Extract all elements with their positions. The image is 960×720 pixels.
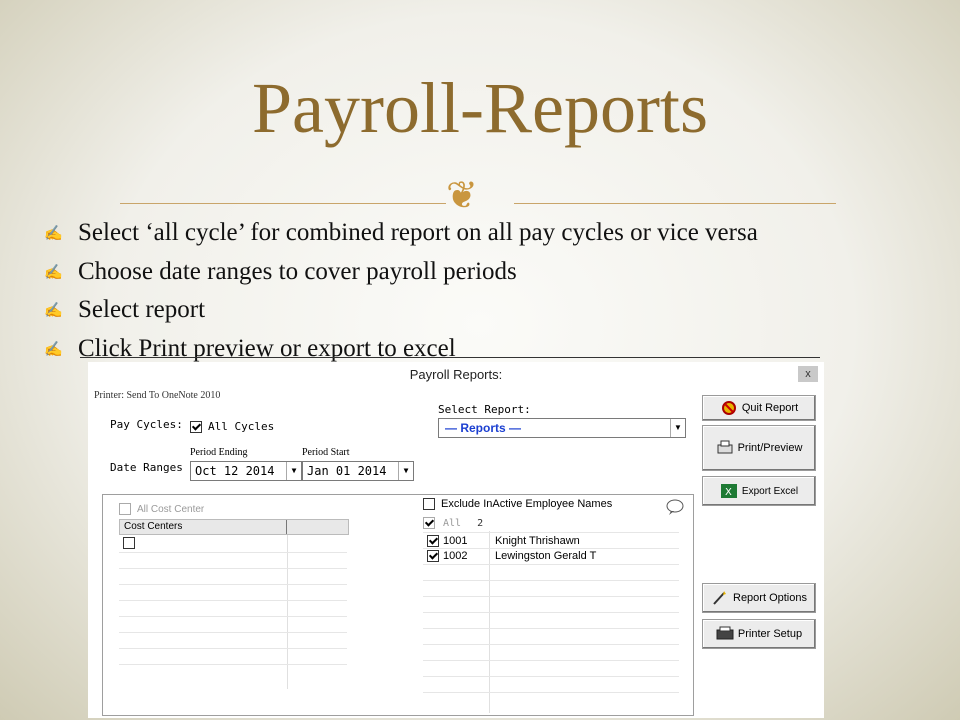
bullet-text: Click Print preview or export to excel — [78, 334, 456, 362]
employee-grid: All 2 1001 Knight Thrishawn 1002 Lewings… — [423, 517, 679, 713]
bullet-item: ✍ Choose date ranges to cover payroll per… — [44, 253, 758, 292]
report-value: — Reports — — [445, 421, 522, 435]
period-start-select[interactable]: Jan 01 2014 ▼ — [302, 461, 414, 481]
bullet-item: ✍ Select report — [44, 291, 758, 330]
dialog-titlebar[interactable]: Payroll Reports: x — [88, 362, 824, 388]
close-button[interactable]: x — [798, 366, 818, 382]
employee-check[interactable] — [427, 550, 439, 562]
all-cycles-check[interactable] — [190, 420, 202, 433]
ornament-icon: ❦ — [446, 173, 478, 217]
exclude-inactive-check[interactable] — [423, 498, 435, 510]
payroll-reports-dialog: Payroll Reports: x Printer: Send To OneN… — [88, 362, 824, 718]
all-cycles-label: All Cycles — [208, 420, 275, 433]
quit-report-button[interactable]: Quit Report — [702, 395, 816, 421]
printer-icon — [716, 440, 734, 456]
exclude-inactive-checkbox[interactable]: Exclude InActive Employee Names — [423, 498, 612, 510]
all-employees-label: All — [443, 517, 462, 529]
employee-row[interactable]: 1001 Knight Thrishawn — [423, 533, 679, 549]
exclude-inactive-label: Exclude InActive Employee Names — [441, 498, 613, 510]
all-cost-center-label: All Cost Center — [137, 503, 205, 515]
bullet-text: Select report — [78, 296, 206, 324]
export-excel-button[interactable]: X Export Excel — [702, 476, 816, 506]
slide-title: Payroll-Reports — [252, 68, 708, 148]
employee-name: Lewingston Gerald T — [495, 550, 597, 562]
cost-center-row-check[interactable] — [123, 537, 135, 550]
period-ending-value: Oct 12 2014 — [195, 464, 275, 478]
bullet-item: ✍ Select ‘all cycle’ for combined report … — [44, 214, 758, 253]
bullet-icon: ✍ — [44, 262, 63, 281]
chevron-down-icon[interactable]: ▼ — [286, 462, 301, 480]
bullet-icon: ✍ — [44, 301, 63, 320]
period-ending-select[interactable]: Oct 12 2014 ▼ — [190, 461, 302, 481]
report-select[interactable]: — Reports — ▼ — [438, 418, 686, 438]
print-preview-label: Print/Preview — [737, 442, 803, 454]
speech-bubble-icon[interactable] — [665, 498, 685, 519]
employee-id: 1001 — [443, 535, 468, 547]
all-cost-center-checkbox[interactable]: All Cost Center — [119, 503, 204, 515]
bullet-text: Choose date ranges to cover payroll peri… — [78, 257, 517, 285]
employee-row[interactable]: 1002 Lewingston Gerald T — [423, 548, 679, 564]
report-options-label: Report Options — [733, 592, 807, 604]
printer-label: Printer: Send To OneNote 2010 — [94, 390, 221, 401]
underline-rule — [80, 357, 820, 358]
employee-name: Knight Thrishawn — [495, 535, 580, 547]
period-start-label: Period Start — [302, 447, 350, 458]
employee-check[interactable] — [427, 535, 439, 547]
quit-icon — [720, 400, 738, 416]
all-employees-check[interactable] — [423, 517, 435, 529]
chevron-down-icon[interactable]: ▼ — [398, 462, 413, 480]
wand-icon — [711, 590, 729, 606]
all-employees-row[interactable]: All 2 — [423, 517, 483, 529]
bullet-icon: ✍ — [44, 339, 63, 358]
bullet-icon: ✍ — [44, 224, 63, 243]
period-ending-label: Period Ending — [190, 447, 248, 458]
excel-icon: X — [720, 483, 738, 499]
printer-setup-icon — [716, 626, 734, 642]
bullet-text: Select ‘all cycle’ for combined report o… — [78, 219, 758, 247]
cost-centers-grid: Cost Centers — [119, 519, 349, 689]
filter-panel: All Cost Center Cost Centers Exclude InA… — [102, 494, 694, 716]
employee-count: 2 — [477, 517, 484, 529]
date-ranges-label: Date Ranges — [110, 461, 183, 474]
select-report-label: Select Report: — [438, 403, 531, 416]
report-options-button[interactable]: Report Options — [702, 583, 816, 613]
cost-centers-header: Cost Centers — [119, 519, 349, 535]
all-cycles-checkbox[interactable]: All Cycles — [190, 420, 274, 433]
title-rule-left — [120, 203, 446, 204]
period-start-value: Jan 01 2014 — [307, 464, 387, 478]
export-excel-label: Export Excel — [741, 485, 799, 497]
bullet-list: ✍ Select ‘all cycle’ for combined report … — [44, 214, 758, 368]
printer-setup-button[interactable]: Printer Setup — [702, 619, 816, 649]
svg-text:X: X — [725, 487, 732, 498]
pay-cycles-label: Pay Cycles: — [110, 418, 183, 431]
all-cost-center-check[interactable] — [119, 503, 131, 515]
title-rule-right — [514, 203, 836, 204]
print-preview-button[interactable]: Print/Preview — [702, 425, 816, 471]
dialog-title: Payroll Reports: — [409, 367, 503, 382]
printer-setup-label: Printer Setup — [737, 628, 803, 640]
quit-report-label: Quit Report — [741, 402, 799, 414]
employee-id: 1002 — [443, 550, 468, 562]
chevron-down-icon[interactable]: ▼ — [670, 419, 685, 437]
